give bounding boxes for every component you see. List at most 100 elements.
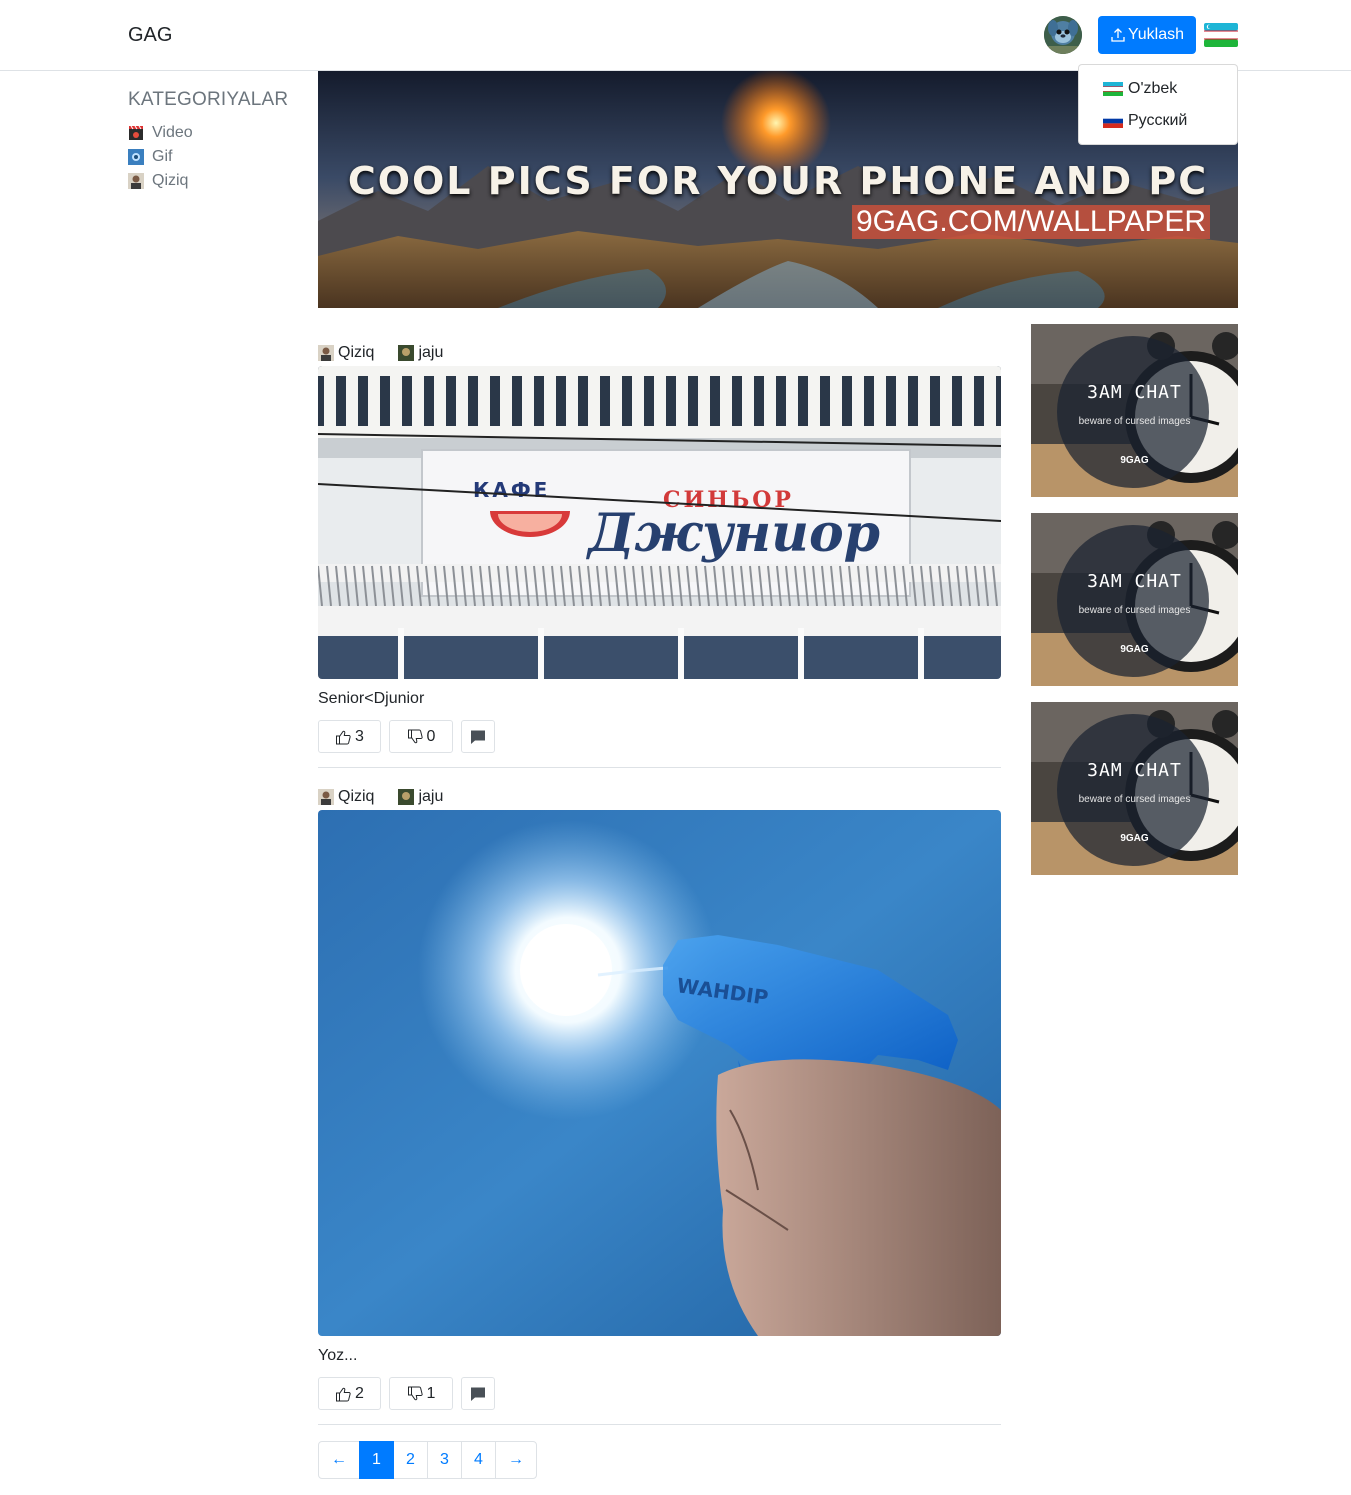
pagination-page-1[interactable]: 1 <box>359 1441 394 1479</box>
category-qiziq[interactable]: Qiziq <box>128 169 193 193</box>
ad-subtitle: beware of cursed images <box>1078 794 1191 805</box>
fence-slat <box>434 366 446 438</box>
language-option-label: Русский <box>1128 112 1188 129</box>
language-option-label: O'zbek <box>1128 80 1178 97</box>
post-category-label: Qiziq <box>338 344 375 361</box>
fence-slat <box>368 366 380 438</box>
post-category-link[interactable]: Qiziq <box>318 788 374 806</box>
language-option-uzbek[interactable]: O'zbek <box>1079 73 1237 105</box>
pagination-page-3[interactable]: 3 <box>427 1441 462 1479</box>
upload-button[interactable]: Yuklash <box>1098 16 1196 54</box>
qiziq-category-icon <box>318 789 334 805</box>
post-image[interactable]: WAHDIP <box>318 810 1001 1336</box>
ad-brand: 9GAG <box>1120 644 1149 655</box>
fence-slat <box>390 366 402 438</box>
uz-flag-icon <box>1103 82 1123 96</box>
fence-slat <box>412 366 424 438</box>
upvote-count: 3 <box>355 727 364 745</box>
user-avatar[interactable] <box>1044 16 1082 54</box>
pagination-prev-button[interactable]: ← <box>318 1441 360 1479</box>
fence-slat <box>654 366 666 438</box>
language-toggle[interactable] <box>1204 23 1238 47</box>
category-video[interactable]: Video <box>128 121 193 145</box>
sidebar-ad[interactable]: 3AM CHAT beware of cursed images 9GAG <box>1031 513 1238 686</box>
category-label: Video <box>152 124 193 141</box>
thumbs-down-icon <box>407 1386 423 1400</box>
post-author-link[interactable]: jaju <box>398 788 443 806</box>
fence-slat <box>896 366 908 438</box>
fence-slat <box>742 366 754 438</box>
ru-flag-icon <box>1103 114 1123 128</box>
fence-slat <box>918 366 930 438</box>
brand-logo-link[interactable]: GAG <box>128 24 172 47</box>
next-arrow-icon: → <box>508 1451 524 1468</box>
prev-arrow-icon: ← <box>331 1451 347 1468</box>
qiziq-category-icon <box>128 173 144 189</box>
pagination-page-4[interactable]: 4 <box>461 1441 496 1479</box>
categories-list: Video Gif Qiziq <box>128 121 193 193</box>
post-title: Senior<Djunior <box>318 690 425 707</box>
fence-slat <box>764 366 776 438</box>
fence-slat <box>456 366 468 438</box>
fence-slat <box>786 366 798 438</box>
category-label: Gif <box>152 148 173 165</box>
uz-flag-icon <box>1204 23 1238 47</box>
categories-heading: KATEGORIYALAR <box>128 89 289 110</box>
post-category-link[interactable]: Qiziq <box>318 344 374 362</box>
pagination-page-2[interactable]: 2 <box>393 1441 428 1479</box>
banner-url: 9GAG.COM/WALLPAPER <box>852 205 1211 239</box>
comment-button[interactable] <box>461 720 495 753</box>
qiziq-category-icon <box>318 345 334 361</box>
pagination: ← 1 2 3 4 → <box>318 1441 537 1479</box>
downvote-count: 1 <box>426 1384 436 1402</box>
downvote-button[interactable]: 1 <box>389 1377 453 1410</box>
post-author-link[interactable]: jaju <box>398 344 443 362</box>
author-avatar-icon <box>398 345 415 361</box>
ad-title: 3AM CHAT <box>1087 571 1182 592</box>
post-category-label: Qiziq <box>338 788 375 805</box>
fence-slat <box>544 366 556 438</box>
post-meta: Qiziq jaju <box>318 787 1001 807</box>
post-card: Qiziq jaju КАФЕ СИНЬОР Джуниор Senior<Dj… <box>318 343 1001 753</box>
language-option-russian[interactable]: Русский <box>1079 105 1237 137</box>
thumbs-up-icon <box>336 1387 351 1401</box>
sign-small-text: КАФЕ <box>473 478 550 502</box>
fence-slat <box>500 366 512 438</box>
upload-icon <box>1111 28 1125 42</box>
fence-slat <box>588 366 600 438</box>
pagination-next-button[interactable]: → <box>495 1441 537 1479</box>
ad-subtitle: beware of cursed images <box>1078 416 1191 427</box>
ad-title: 3AM CHAT <box>1087 760 1182 781</box>
post-divider <box>318 767 1001 768</box>
downvote-button[interactable]: 0 <box>389 720 453 753</box>
comment-button[interactable] <box>461 1377 495 1410</box>
category-gif[interactable]: Gif <box>128 145 193 169</box>
category-label: Qiziq <box>152 172 189 189</box>
post-actions: 3 0 <box>318 720 1001 753</box>
upvote-button[interactable]: 2 <box>318 1377 381 1410</box>
post-meta: Qiziq jaju <box>318 343 1001 363</box>
ad-brand: 9GAG <box>1120 833 1149 844</box>
sidebar-ad[interactable]: 3AM CHAT beware of cursed images 9GAG <box>1031 702 1238 875</box>
fence-slat <box>632 366 644 438</box>
fence-slat <box>720 366 732 438</box>
cafe-sign-photo: КАФЕ СИНЬОР Джуниор <box>318 366 1001 679</box>
thumbs-up-icon <box>336 730 351 744</box>
thumbs-down-icon <box>407 729 423 743</box>
post-author-label: jaju <box>418 344 444 361</box>
post-image[interactable]: КАФЕ СИНЬОР Джуниор <box>318 366 1001 679</box>
author-avatar-icon <box>398 789 415 805</box>
language-dropdown-menu: O'zbek Русский <box>1078 64 1238 145</box>
fence-slat <box>324 366 336 438</box>
sidebar-ad[interactable]: 3AM CHAT beware of cursed images 9GAG <box>1031 324 1238 497</box>
fence-slat <box>852 366 864 438</box>
upvote-button[interactable]: 3 <box>318 720 381 753</box>
alarm-clock-ad-image <box>1031 702 1238 875</box>
alarm-clock-ad-image <box>1031 324 1238 497</box>
comment-icon <box>471 1387 485 1401</box>
fence-slat <box>346 366 358 438</box>
post-author-label: jaju <box>418 788 444 805</box>
video-category-icon <box>129 125 143 140</box>
post-divider <box>318 1424 1001 1425</box>
upvote-count: 2 <box>355 1384 364 1402</box>
